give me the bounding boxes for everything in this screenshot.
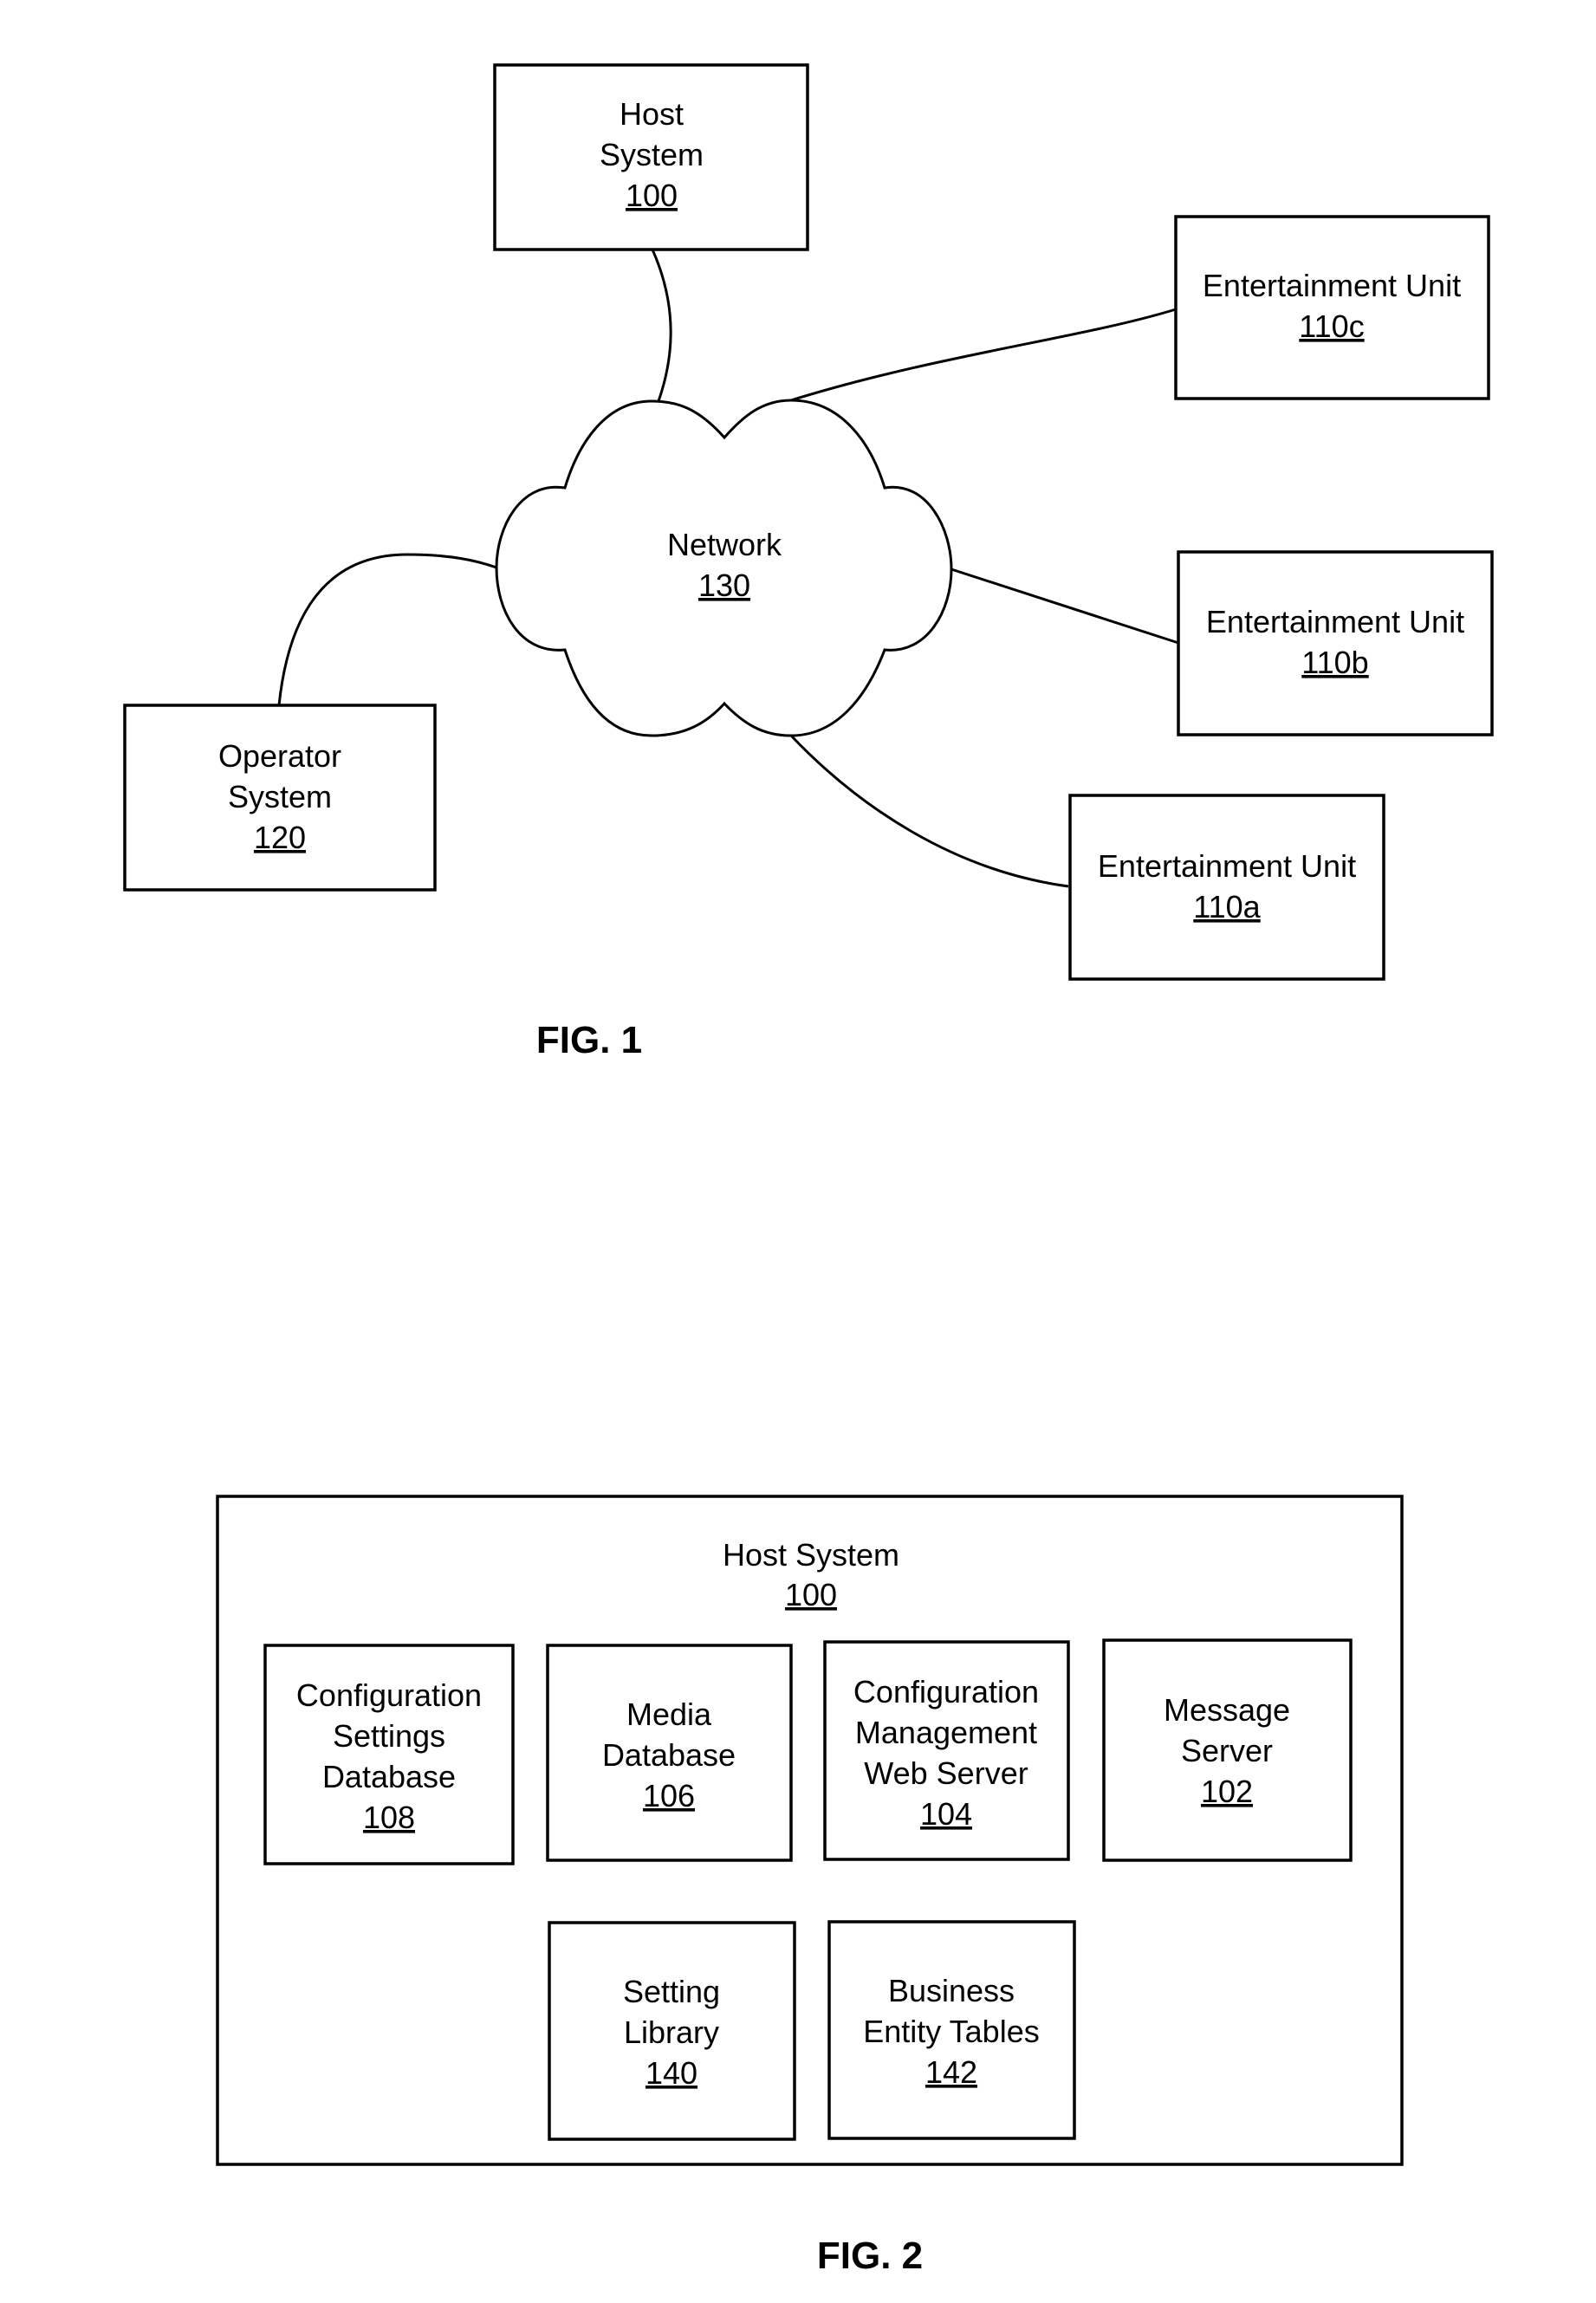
configuration-settings-database-node[interactable]: Configuration Settings Database 108	[263, 1644, 515, 1865]
media-database-node[interactable]: Media Database 106	[546, 1644, 793, 1862]
operator-system-label-line2: System	[228, 779, 332, 814]
entertainment-unit-110c-box	[1174, 215, 1490, 400]
configuration-settings-database-label-line1: Configuration	[296, 1677, 482, 1713]
connector-network-unit-a	[789, 734, 1069, 888]
business-entity-tables-label-line2: Entity Tables	[863, 2014, 1039, 2049]
business-entity-tables-node[interactable]: Business Entity Tables 142	[827, 1920, 1076, 2140]
message-server-label-line2: Server	[1181, 1733, 1273, 1768]
entertainment-unit-110a-label: Entertainment Unit	[1098, 848, 1356, 884]
operator-system-ref: 120	[254, 820, 306, 855]
setting-library-node[interactable]: Setting Library 140	[548, 1921, 796, 2141]
configuration-management-web-server-label-line3: Web Server	[864, 1755, 1028, 1791]
configuration-settings-database-label-line3: Database	[322, 1759, 456, 1794]
media-database-ref: 106	[643, 1778, 695, 1813]
connector-network-unit-b	[950, 568, 1179, 645]
host-system-container-label: Host System	[723, 1537, 899, 1573]
configuration-settings-database-ref: 108	[363, 1800, 415, 1835]
entertainment-unit-110b-node[interactable]: Entertainment Unit 110b	[1177, 550, 1494, 736]
setting-library-ref: 140	[646, 2055, 697, 2091]
host-system-label-line2: System	[600, 137, 704, 172]
message-server-node[interactable]: Message Server 102	[1102, 1638, 1353, 1862]
media-database-label-line1: Media	[626, 1696, 712, 1732]
host-system-label-line1: Host	[620, 96, 684, 132]
operator-system-node[interactable]: Operator System 120	[123, 704, 437, 892]
entertainment-unit-110c-ref: 110c	[1299, 308, 1364, 344]
connector-network-unit-c	[790, 308, 1177, 402]
entertainment-unit-110b-box	[1177, 550, 1494, 736]
message-server-label-line1: Message	[1164, 1692, 1290, 1728]
setting-library-label-line2: Library	[624, 2014, 719, 2050]
figure-2-caption: FIG. 2	[817, 2235, 923, 2277]
patent-drawing-sheet: Network 130 Host System 100 Entertainmen…	[123, 63, 1494, 2277]
entertainment-unit-110b-label: Entertainment Unit	[1206, 604, 1464, 639]
entertainment-unit-110a-box	[1068, 794, 1385, 981]
operator-system-label-line1: Operator	[218, 738, 341, 774]
message-server-ref: 102	[1201, 1774, 1253, 1809]
setting-library-label-line1: Setting	[623, 1974, 720, 2009]
configuration-settings-database-label-line2: Settings	[333, 1718, 445, 1754]
figure-2: Host System 100 Configuration Settings D…	[216, 1495, 1404, 2277]
configuration-management-web-server-node[interactable]: Configuration Management Web Server 104	[823, 1640, 1070, 1861]
connector-host-network	[651, 249, 672, 402]
network-label: Network	[667, 527, 782, 562]
host-system-node[interactable]: Host System 100	[493, 63, 809, 251]
entertainment-unit-110c-node[interactable]: Entertainment Unit 110c	[1174, 215, 1490, 400]
host-system-ref: 100	[626, 178, 678, 213]
business-entity-tables-label-line1: Business	[888, 1973, 1015, 2008]
entertainment-unit-110a-ref: 110a	[1193, 889, 1261, 924]
configuration-management-web-server-label-line1: Configuration	[853, 1674, 1039, 1709]
entertainment-unit-110c-label: Entertainment Unit	[1203, 268, 1461, 303]
entertainment-unit-110b-ref: 110b	[1301, 645, 1368, 680]
host-system-container-ref: 100	[785, 1577, 837, 1612]
media-database-label-line2: Database	[602, 1737, 736, 1773]
connector-operator-network	[277, 553, 497, 706]
configuration-management-web-server-label-line2: Management	[855, 1715, 1037, 1750]
entertainment-unit-110a-node[interactable]: Entertainment Unit 110a	[1068, 794, 1385, 981]
business-entity-tables-ref: 142	[925, 2054, 977, 2090]
network-ref: 130	[698, 568, 750, 603]
figure-1: Network 130 Host System 100 Entertainmen…	[123, 63, 1494, 1061]
configuration-management-web-server-ref: 104	[920, 1796, 972, 1832]
figure-1-caption: FIG. 1	[536, 1019, 642, 1061]
